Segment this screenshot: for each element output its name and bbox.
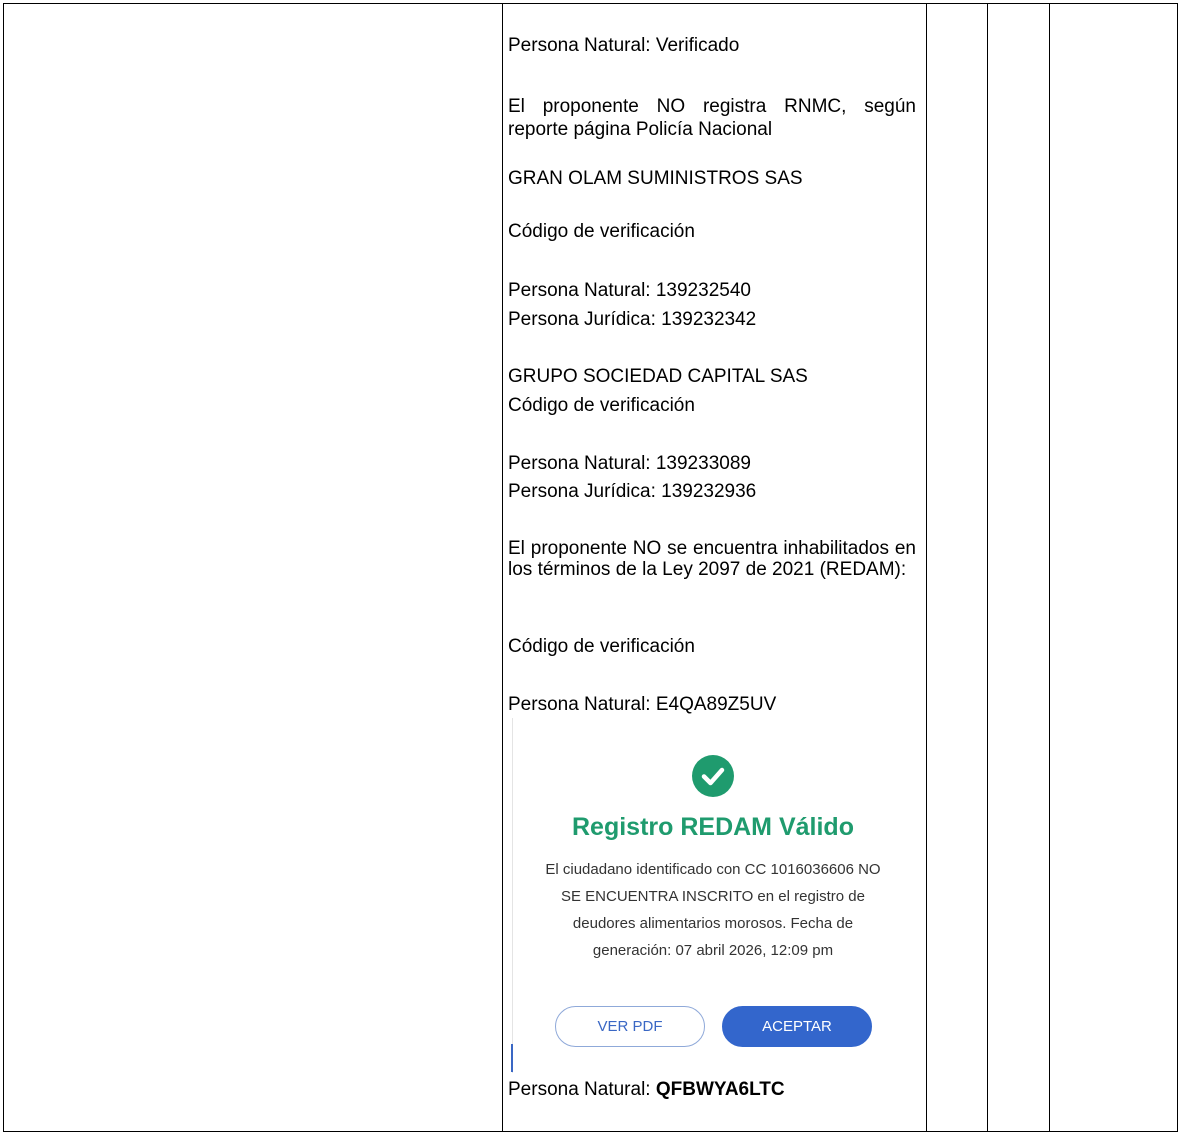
company-name-2: GRUPO SOCIEDAD CAPITAL SAS xyxy=(508,366,808,387)
accept-button[interactable]: ACEPTAR xyxy=(722,1006,872,1047)
persona-juridica-code-1: Persona Jurídica: 139232342 xyxy=(508,309,757,330)
persona-natural-label: Persona Natural: xyxy=(508,1079,656,1100)
persona-natural-verificado: Persona Natural: Verificado xyxy=(508,35,740,56)
redam-statement: El proponente NO se encuentra inhabilita… xyxy=(508,538,916,580)
redam-result-screenshot: Registro REDAM Válido El ciudadano ident… xyxy=(508,718,918,1073)
verification-code-label: Código de verificación xyxy=(508,221,695,242)
persona-natural-code-value: QFBWYA6LTC xyxy=(655,1079,785,1100)
screenshot-scroll-marker xyxy=(511,1044,513,1072)
column-divider xyxy=(926,4,927,1131)
persona-natural-code-2: Persona Natural: 139233089 xyxy=(508,453,751,474)
screenshot-edge xyxy=(512,718,513,1073)
check-circle-icon xyxy=(692,755,734,797)
verification-code-label: Código de verificación xyxy=(508,395,695,416)
persona-natural-code-4: Persona Natural: QFBWYA6LTC xyxy=(508,1078,916,1101)
company-name-1: GRAN OLAM SUMINISTROS SAS xyxy=(508,168,803,189)
rnmc-statement: El proponente NO registra RNMC, según re… xyxy=(508,96,916,140)
persona-natural-code-1: Persona Natural: 139232540 xyxy=(508,280,751,301)
view-pdf-button[interactable]: VER PDF xyxy=(555,1006,705,1047)
column-divider xyxy=(1049,4,1050,1131)
column-divider xyxy=(987,4,988,1131)
persona-natural-code-3: Persona Natural: E4QA89Z5UV xyxy=(508,694,777,715)
redam-message: El ciudadano identificado con CC 1016036… xyxy=(545,861,881,959)
persona-juridica-code-2: Persona Jurídica: 139232936 xyxy=(508,481,757,502)
redam-title: Registro REDAM Válido xyxy=(572,813,854,841)
verification-code-label: Código de verificación xyxy=(508,636,695,657)
column-divider xyxy=(502,4,503,1131)
